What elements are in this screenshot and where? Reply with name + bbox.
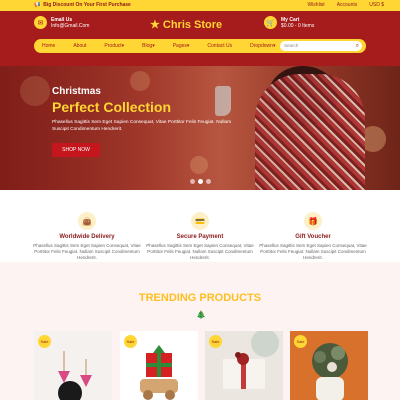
- nav-product-label: Product: [104, 43, 122, 49]
- feature-text: Phasellus Sagittis Sem Eget Sapien Conse…: [33, 243, 141, 260]
- sale-badge: Sale: [38, 335, 51, 348]
- main-nav: Home About Product▾ Blog▾ Pages▾ Contact…: [34, 39, 366, 53]
- nav-pages[interactable]: Pages▾: [173, 43, 190, 49]
- search-icon[interactable]: ⌕: [356, 41, 359, 51]
- hero-subtitle: Christmas: [52, 86, 101, 97]
- slider-dot[interactable]: [190, 179, 195, 184]
- feature-voucher: 🎁 Gift Voucher Phasellus Sagittis Sem Eg…: [258, 212, 368, 261]
- slider-dot-active[interactable]: [198, 179, 203, 184]
- accounts-link[interactable]: Accounts: [337, 2, 358, 8]
- site-logo[interactable]: ★ Chris Store: [150, 18, 223, 32]
- currency-selector[interactable]: USD $: [369, 2, 384, 8]
- search-input[interactable]: Search ⌕: [280, 41, 362, 51]
- slider-dot[interactable]: [206, 179, 211, 184]
- christmas-tree-icon: 🎄: [196, 310, 206, 319]
- cart-value: $0.00 - 0 Items: [281, 22, 315, 29]
- feature-payment: 💳 Secure Payment Phasellus Sagittis Sem …: [145, 212, 255, 261]
- features-section: 👜 Worldwide Delivery Phasellus Sagittis …: [0, 190, 400, 262]
- promo-text: Big Discount On Your First Purchase: [43, 2, 131, 8]
- sale-badge: Sale: [294, 335, 307, 348]
- product-card[interactable]: Sale: [205, 331, 283, 400]
- product-card[interactable]: Sale: [120, 331, 198, 400]
- nav-product[interactable]: Product▾: [104, 43, 124, 49]
- hero-text: Phasellus Sagittis Sem Eget Sapien Conse…: [52, 120, 232, 132]
- nav-pages-label: Pages: [172, 43, 187, 49]
- product-card[interactable]: Sale: [34, 331, 112, 400]
- feature-title: Gift Voucher: [295, 234, 331, 240]
- search-placeholder: Search: [284, 43, 299, 48]
- megaphone-icon: 📢: [34, 2, 41, 8]
- feature-delivery: 👜 Worldwide Delivery Phasellus Sagittis …: [32, 212, 142, 261]
- site-header: ✉ Email Us Info@Gmail.Com ★ Chris Store …: [0, 11, 400, 66]
- wishlist-link[interactable]: Wishlist: [307, 2, 324, 8]
- feature-text: Phasellus Sagittis Sem Eget Sapien Conse…: [259, 243, 367, 260]
- chevron-down-icon: ▾: [121, 43, 125, 49]
- product-card[interactable]: Sale: [290, 331, 368, 400]
- nav-dropdown-label: Dropdown: [250, 43, 273, 49]
- email-block[interactable]: ✉ Email Us Info@Gmail.Com: [34, 16, 89, 29]
- credit-card-icon: 💳: [191, 212, 209, 230]
- email-value: Info@Gmail.Com: [51, 22, 90, 29]
- chevron-down-icon: ▾: [152, 43, 155, 49]
- nav-blog-label: Blog: [142, 43, 153, 49]
- sale-badge: Sale: [124, 335, 137, 348]
- trending-section: TRENDING PRODUCTS 🎄 Sale Sale Sale Sale: [0, 262, 400, 400]
- feature-title: Worldwide Delivery: [59, 234, 115, 240]
- cart-icon: 🛒: [264, 16, 277, 29]
- slider-dots: [190, 179, 211, 184]
- top-links: Wishlist Accounts USD $: [307, 2, 384, 8]
- nav-contact[interactable]: Contact Us: [207, 43, 232, 49]
- chevron-down-icon: ▾: [272, 43, 276, 49]
- sale-badge: Sale: [209, 335, 222, 348]
- cart-block[interactable]: 🛒 My Cart $0.00 - 0 Items: [264, 16, 314, 29]
- hero-banner: Christmas Perfect Collection Phasellus S…: [0, 66, 400, 190]
- feature-text: Phasellus Sagittis Sem Eget Sapien Conse…: [146, 243, 254, 260]
- feature-title: Secure Payment: [176, 234, 224, 240]
- mail-icon: ✉: [34, 16, 47, 29]
- nav-dropdown[interactable]: Dropdown▾: [250, 43, 275, 49]
- section-title: TRENDING PRODUCTS: [138, 292, 262, 304]
- top-bar: 📢 Big Discount On Your First Purchase Wi…: [0, 0, 400, 11]
- nav-home[interactable]: Home: [42, 43, 55, 49]
- hero-title: Perfect Collection: [52, 99, 172, 115]
- shop-now-button[interactable]: SHOP NOW: [52, 143, 100, 157]
- shopping-bag-icon: 👜: [78, 212, 96, 230]
- logo-text: Chris Store: [162, 18, 223, 31]
- star-icon: ★: [150, 19, 160, 31]
- nav-about[interactable]: About: [73, 43, 86, 49]
- chevron-down-icon: ▾: [186, 43, 190, 49]
- gift-icon: 🎁: [304, 212, 322, 230]
- promo-banner: 📢 Big Discount On Your First Purchase: [34, 2, 131, 8]
- nav-blog[interactable]: Blog▾: [142, 43, 155, 49]
